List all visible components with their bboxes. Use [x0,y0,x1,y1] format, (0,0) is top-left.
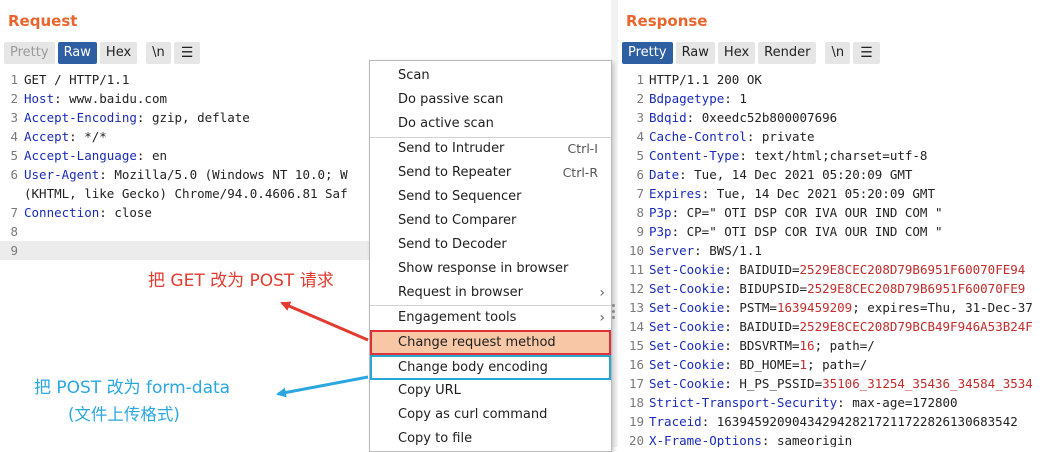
code-line: 14 Set-Cookie: BAIDUID=2529E8CEC208D79BCB… [628,319,1033,334]
menu-item-send-to-decoder[interactable]: Send to Decoder [370,233,611,257]
code-line: 2 Bdpagetype: 1 [636,91,747,106]
menu-item-send-to-comparer[interactable]: Send to Comparer [370,209,611,233]
code-line: 18 Strict-Transport-Security: max-age=172… [628,395,958,410]
menu-item-do-passive-scan[interactable]: Do passive scan [370,88,611,112]
menu-icon[interactable]: ☰ [853,42,880,64]
code-line: 3 Bdqid: 0xeedc52b800007696 [636,110,838,125]
menu-item-change-body-encoding[interactable]: Change body encoding [370,355,611,380]
tab-pretty[interactable]: Pretty [622,42,673,64]
request-title: Request [8,12,78,30]
annotation-get-to-post: 把 GET 改为 POST 请求 [148,271,334,291]
response-panel: Response Pretty Raw Hex Render \n ☰ 1 HTT… [618,0,1056,447]
menu-item-scan[interactable]: Scan [370,64,611,88]
tab-render[interactable]: Render [758,42,817,64]
chevron-right-icon: › [599,310,605,326]
response-title: Response [626,12,708,30]
code-line: 4 Cache-Control: private [636,129,815,144]
chevron-right-icon: › [599,285,605,301]
newline-toggle[interactable]: \n [825,42,851,64]
menu-item-do-active-scan[interactable]: Do active scan [370,112,611,136]
code-line: 13 Set-Cookie: PSTM=1639459209; expires=T… [628,300,1033,315]
response-editor[interactable]: 1 HTTP/1.1 200 OK 2 Bdpagetype: 1 3 Bdqid: 0x… [618,70,1056,447]
code-line: 7 Expires: Tue, 14 Dec 2021 05:20:09 GMT [636,186,935,201]
menu-item-copy-to-file[interactable]: Copy to file [370,427,611,451]
menu-icon[interactable]: ☰ [173,42,201,64]
tab-raw[interactable]: Raw [57,42,97,64]
menu-item-send-to-sequencer[interactable]: Send to Sequencer [370,185,611,209]
menu-item-send-to-intruder[interactable]: Send to Intruder Ctrl-I [370,137,611,161]
annotation-file-upload-note: (文件上传格式) [68,405,180,424]
code-line: 19 Traceid: 16394592090434294282172117228… [628,414,1018,429]
tab-hex[interactable]: Hex [99,42,138,64]
menu-item-request-in-browser[interactable]: Request in browser › [370,281,611,305]
code-line: 6 Date: Tue, 14 Dec 2021 05:20:09 GMT [636,167,913,182]
tab-hex[interactable]: Hex [717,42,756,64]
code-line: 12 Set-Cookie: BIDUPSID=2529E8CEC208D79B6… [628,281,1026,296]
code-line: 1 HTTP/1.1 200 OK [636,72,762,87]
code-line: 5 Content-Type: text/html;charset=utf-8 [636,148,928,163]
tab-pretty[interactable]: Pretty [4,42,55,64]
code-line: 15 Set-Cookie: BDSVRTM=16; path=/ [628,338,875,353]
tab-raw[interactable]: Raw [675,42,715,64]
splitter-grip [612,310,615,313]
code-line: 8 P3p: CP=" OTI DSP COR IVA OUR IND COM " [636,205,943,220]
menu-item-change-request-method[interactable]: Change request method [370,330,611,355]
code-line: 16 Set-Cookie: BD_HOME=1; path=/ [628,357,868,372]
menu-item-copy-url[interactable]: Copy URL [370,379,611,403]
code-line: 10 Server: BWS/1.1 [628,243,762,258]
splitter-grip [612,316,615,319]
code-line: 17 Set-Cookie: H_PS_PSSID=35106_31254_354… [628,376,1033,391]
menu-item-show-response-in-browser[interactable]: Show response in browser [370,257,611,281]
menu-item-send-to-repeater[interactable]: Send to Repeater Ctrl-R [370,161,611,185]
splitter-grip [612,304,615,307]
code-line: 9 P3p: CP=" OTI DSP COR IVA OUR IND COM " [636,224,943,239]
annotation-post-to-form: 把 POST 改为 form-data [34,378,231,398]
menu-item-engagement-tools[interactable]: Engagement tools › [370,306,611,330]
panel-splitter[interactable] [611,0,618,447]
menu-item-copy-as-curl-command[interactable]: Copy as curl command [370,403,611,427]
request-toolbar: Pretty Raw Hex \n ☰ [4,42,201,64]
newline-toggle[interactable]: \n [146,42,171,64]
context-menu: Scan Do passive scan Do active scan Send… [369,60,612,452]
response-toolbar: Pretty Raw Hex Render \n ☰ [622,42,880,64]
code-line: 11 Set-Cookie: BAIDUID=2529E8CEC208D79B69… [628,262,1026,277]
code-line: 20 X-Frame-Options: sameorigin [628,433,853,447]
